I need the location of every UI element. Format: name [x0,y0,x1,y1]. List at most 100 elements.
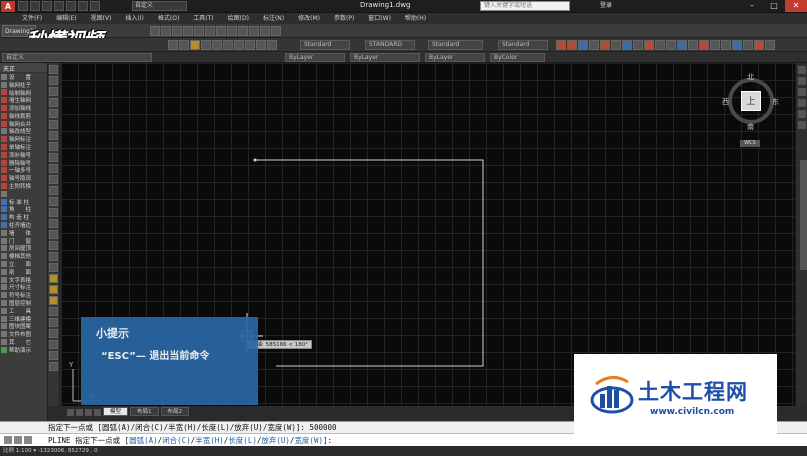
color-dropdown[interactable]: ByLayer [285,53,345,62]
palette-item[interactable]: 柱齐墙边 [0,221,47,229]
table-icon[interactable] [49,252,58,261]
circle-icon[interactable] [49,131,58,140]
tool-icon[interactable] [267,40,277,50]
menu-edit[interactable]: 编辑(E) [56,13,76,24]
tool-icon[interactable] [227,26,237,36]
tool-icon[interactable] [721,40,731,50]
palette-item[interactable]: 删除轴号 [0,159,47,167]
palette-item[interactable]: 门 窗 [0,237,47,245]
settings-cmd-icon[interactable] [14,436,22,444]
new-icon[interactable] [18,1,28,11]
viewcube-face-top[interactable]: 上 [741,91,761,111]
ellipse-icon[interactable] [49,164,58,173]
paint-icon[interactable] [49,285,58,294]
text-style-dropdown[interactable]: Standard [300,40,350,50]
tool-icon[interactable] [49,340,58,349]
tool-icon[interactable] [150,26,160,36]
command-line[interactable]: PLINE 指定下一点或 [圆弧(A)/闭合(C)/半宽(H)/长度(L)/放弃… [0,433,807,446]
mleader-style-dropdown[interactable]: Standard [498,40,548,50]
close-button[interactable]: ✕ [785,0,807,12]
tool-icon[interactable] [49,318,58,327]
tool-icon[interactable] [589,40,599,50]
palette-item[interactable]: 房间屋顶 [0,245,47,252]
linetype-dropdown[interactable]: ByLayer [350,53,420,62]
palette-item[interactable]: 添补轴号 [0,151,47,159]
make-block-icon[interactable] [49,197,58,206]
tool-icon[interactable] [234,40,244,50]
paint-icon[interactable] [49,296,58,305]
palette-item[interactable]: 文件布图 [0,330,47,338]
workspace-dropdown[interactable]: 自定义 [132,1,187,11]
tool-icon[interactable] [655,40,665,50]
palette-item[interactable]: 轴线裁剪 [0,112,47,120]
tab-nav-first-icon[interactable] [67,409,74,416]
hatch-icon[interactable] [49,219,58,228]
cloud-icon[interactable] [49,142,58,151]
tool-icon[interactable] [271,26,281,36]
tool-icon[interactable] [201,40,211,50]
palette-item[interactable]: 轴改线型 [0,128,47,135]
tool-icon[interactable] [622,40,632,50]
compass-south[interactable]: 南 [747,122,754,132]
tool-icon[interactable] [600,40,610,50]
tool-icon[interactable] [49,351,58,360]
gradient-icon[interactable] [49,230,58,239]
palette-item[interactable]: 工 具 [0,307,47,315]
palette-item[interactable]: 角 柱 [0,206,47,213]
tool-icon[interactable] [710,40,720,50]
palette-item[interactable]: 单轴标注 [0,143,47,151]
tool-icon[interactable] [611,40,621,50]
nav-icon[interactable] [798,121,806,129]
tab-layout2[interactable]: 布局2 [160,407,190,416]
close-cmd-icon[interactable] [4,436,12,444]
option-close[interactable]: 闭合(C) [162,436,191,445]
tool-icon[interactable] [249,26,259,36]
tool-icon[interactable] [212,40,222,50]
option-arc[interactable]: 圆弧(A) [129,436,158,445]
nav-icon[interactable] [798,99,806,107]
undo-icon[interactable] [78,1,88,11]
rectangle-icon[interactable] [49,109,58,118]
palette-item[interactable]: 楼梯其他 [0,252,47,260]
minimize-button[interactable]: – [741,0,763,12]
menu-draw[interactable]: 绘图(D) [228,13,249,24]
tool-icon[interactable] [666,40,676,50]
option-halfwidth[interactable]: 半宽(H) [195,436,224,445]
tool-icon[interactable] [567,40,577,50]
tool-icon[interactable] [179,40,189,50]
paint-icon[interactable] [49,274,58,283]
menu-dimension[interactable]: 标注(N) [263,13,284,24]
tool-icon[interactable] [633,40,643,50]
tool-icon[interactable] [699,40,709,50]
palette-item[interactable]: 立 面 [0,260,47,268]
line-icon[interactable] [49,65,58,74]
palette-item[interactable]: 绘制轴网 [0,89,47,96]
palette-item[interactable]: 其 它 [0,338,47,346]
tool-icon[interactable] [168,40,178,50]
tool-icon[interactable] [688,40,698,50]
nav-icon[interactable] [798,66,806,74]
palette-item[interactable]: 构 造 柱 [0,213,47,221]
menu-modify[interactable]: 修改(M) [298,13,320,24]
tool-icon[interactable] [49,362,58,371]
tool-icon[interactable] [190,40,200,50]
tab-nav-last-icon[interactable] [94,409,101,416]
nav-icon[interactable] [798,77,806,85]
open-icon[interactable] [30,1,40,11]
tool-icon[interactable] [644,40,654,50]
tool-icon[interactable] [754,40,764,50]
tool-icon[interactable] [183,26,193,36]
menu-parametric[interactable]: 参数(P) [334,13,354,24]
tool-icon[interactable] [677,40,687,50]
tool-icon[interactable] [743,40,753,50]
menu-view[interactable]: 视图(V) [91,13,112,24]
menu-format[interactable]: 格式(O) [158,13,179,24]
spline-icon[interactable] [49,153,58,162]
tool-icon[interactable] [205,26,215,36]
tool-icon[interactable] [260,26,270,36]
polygon-icon[interactable] [49,98,58,107]
region-icon[interactable] [49,241,58,250]
tool-icon[interactable] [245,40,255,50]
workspace-field[interactable]: 自定义 [2,53,152,62]
plotstyle-dropdown[interactable]: ByColor [490,53,545,62]
